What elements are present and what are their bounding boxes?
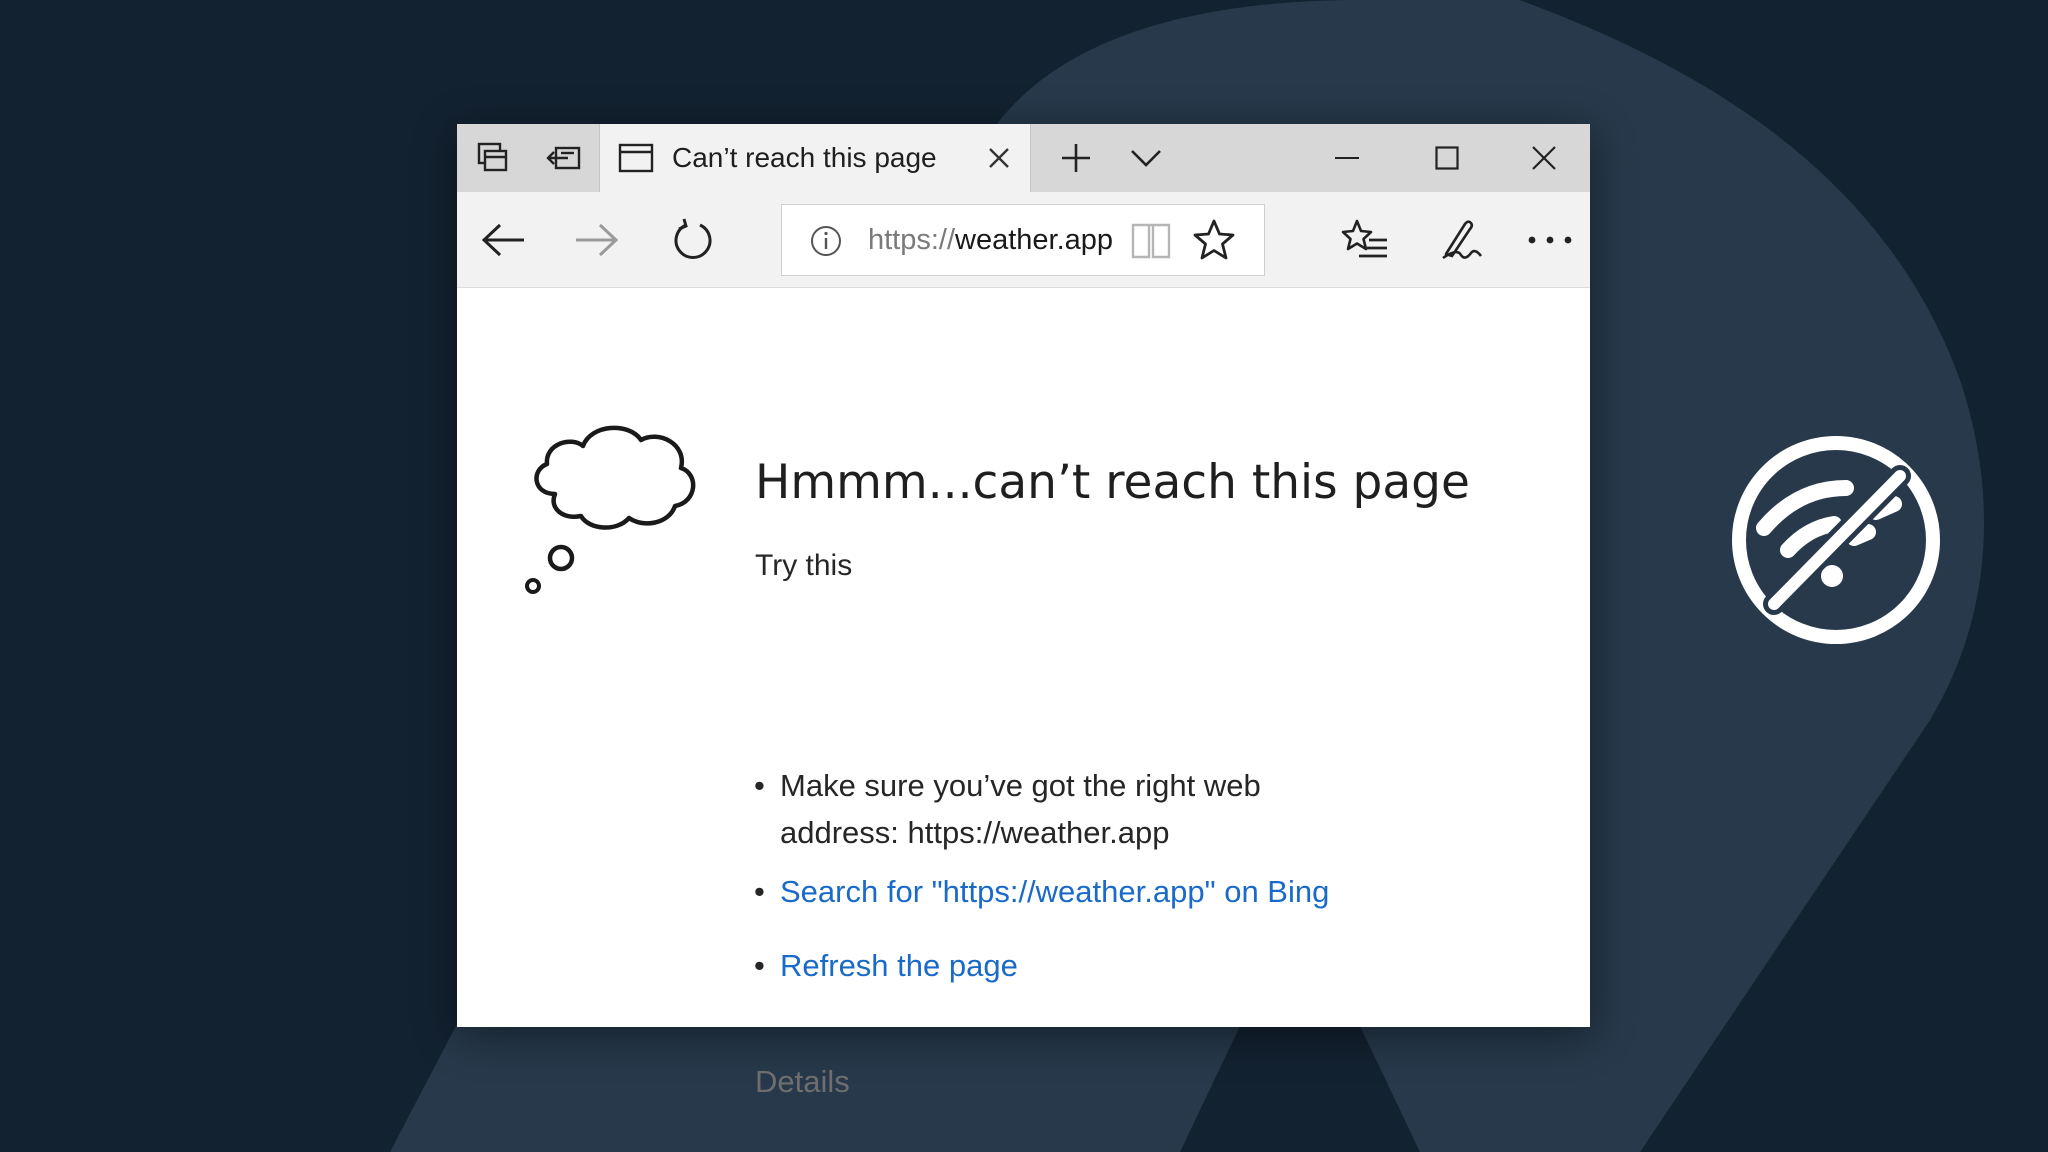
web-note-button[interactable] xyxy=(1413,192,1509,288)
error-page: Hmmm...can’t reach this page Try this • … xyxy=(457,288,1590,1099)
pen-icon xyxy=(1442,220,1483,260)
close-tab-button[interactable] xyxy=(974,124,1024,192)
url-host: weather.app xyxy=(955,224,1114,256)
maximize-button[interactable] xyxy=(1397,124,1497,192)
suggestion-text: Make sure you’ve got the right web addre… xyxy=(780,768,1261,850)
url-scheme: https:// xyxy=(868,224,956,256)
tab-active[interactable]: Can’t reach this page xyxy=(599,124,1031,192)
set-tabs-aside-button[interactable] xyxy=(529,124,599,192)
address-bar[interactable]: https://weather.app xyxy=(781,204,1265,276)
refresh-page-link[interactable]: Refresh the page xyxy=(780,948,1018,983)
search-bing-link[interactable]: Search for "https://weather.app" on Bing xyxy=(780,874,1329,909)
bullet: • xyxy=(754,948,765,983)
tabs-aside-icon xyxy=(477,142,508,172)
close-window-icon xyxy=(1531,146,1556,170)
forward-arrow-icon xyxy=(576,223,619,257)
title-bar: Can’t reach this page xyxy=(457,124,1590,192)
minimize-button[interactable] xyxy=(1297,124,1397,192)
thought-cloud-icon xyxy=(525,425,696,594)
minimize-icon xyxy=(1335,157,1359,159)
more-button[interactable] xyxy=(1509,192,1590,288)
favorite-star-icon[interactable] xyxy=(1192,219,1236,261)
back-button[interactable] xyxy=(457,192,549,288)
set-aside-icon xyxy=(546,146,581,170)
error-heading: Hmmm...can’t reach this page xyxy=(755,455,1470,510)
tab-manager-button[interactable] xyxy=(457,124,529,192)
plus-icon xyxy=(1062,144,1090,172)
reading-view-icon[interactable] xyxy=(1130,221,1172,261)
maximize-icon xyxy=(1435,146,1459,170)
favorites-list-icon xyxy=(1341,219,1387,258)
page-icon xyxy=(618,143,654,173)
refresh-button[interactable] xyxy=(645,192,741,288)
back-arrow-icon xyxy=(481,223,524,257)
close-icon xyxy=(989,148,1009,168)
tab-title: Can’t reach this page xyxy=(672,142,937,173)
navigation-bar: https://weather.app xyxy=(457,192,1590,288)
details-toggle[interactable]: Details xyxy=(755,1064,850,1100)
try-this-label: Try this xyxy=(755,549,853,582)
url-text[interactable]: https://weather.app xyxy=(868,205,1113,275)
new-tab-button[interactable] xyxy=(1041,124,1111,192)
bullet: • xyxy=(754,874,765,909)
close-window-button[interactable] xyxy=(1497,124,1590,192)
suggestion-item-refresh: • Refresh the page xyxy=(754,942,1340,989)
refresh-icon xyxy=(674,218,712,259)
favorites-button[interactable] xyxy=(1317,192,1413,288)
bullet: • xyxy=(754,768,765,803)
suggestion-item-search: • Search for "https://weather.app" on Bi… xyxy=(754,868,1340,915)
more-dots-icon xyxy=(1528,236,1571,244)
forward-button[interactable] xyxy=(549,192,645,288)
browser-window: Can’t reach this page https://weather.ap… xyxy=(457,124,1590,1099)
suggestion-item-address: • Make sure you’ve got the right web add… xyxy=(754,762,1340,856)
info-icon[interactable] xyxy=(810,225,842,257)
tab-preview-button[interactable] xyxy=(1111,124,1181,192)
no-wifi-icon xyxy=(1732,436,1940,644)
chevron-down-icon xyxy=(1131,150,1161,167)
